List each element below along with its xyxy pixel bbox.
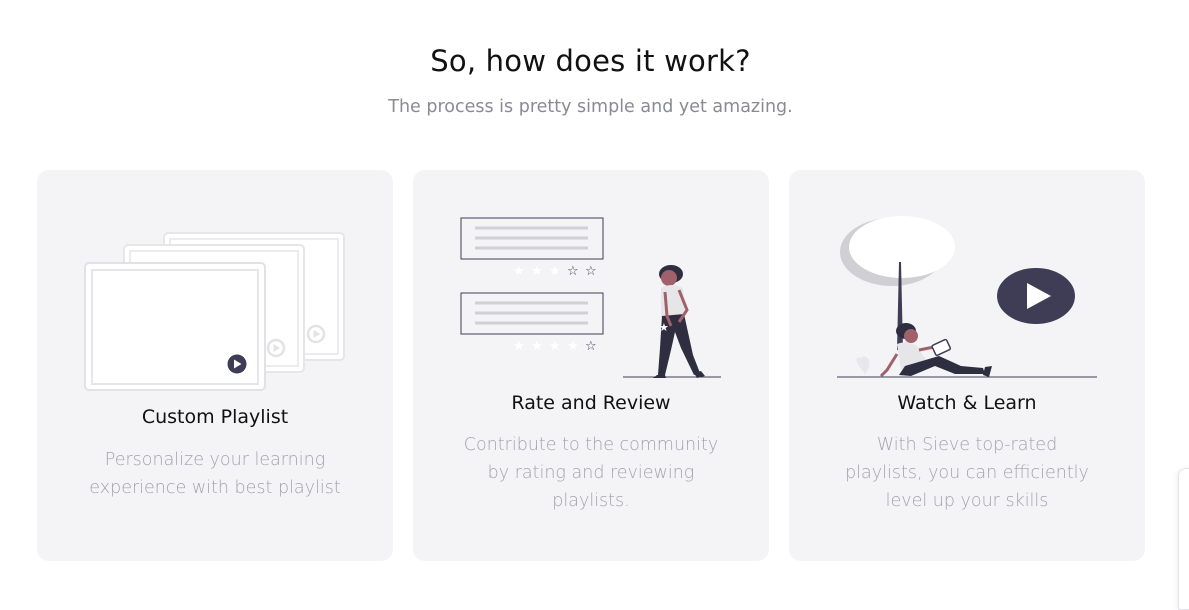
section-subtitle: The process is pretty simple and yet ama… <box>388 97 793 117</box>
svg-text:★: ★ <box>513 264 525 279</box>
svg-text:☆: ☆ <box>567 264 579 279</box>
card-watch-and-learn: Watch & Learn With Sieve top-rated playl… <box>789 170 1145 561</box>
svg-text:★: ★ <box>531 339 543 354</box>
svg-text:★: ★ <box>549 264 561 279</box>
card-rate-and-review: ★ ★ ★ ☆ ☆ ★ ★ ★ ★ ☆ ★ Rate and Review Co <box>413 170 769 561</box>
person-watching-video-icon <box>837 216 1097 378</box>
svg-text:★: ★ <box>659 321 669 334</box>
card-title: Rate and Review <box>511 392 671 414</box>
svg-text:★: ★ <box>513 339 525 354</box>
side-widget-tab[interactable] <box>1178 468 1189 610</box>
card-description: Personalize your learning experience wit… <box>89 450 341 498</box>
card-description: With Sieve top-rated playlists, you can … <box>845 435 1089 511</box>
card-title: Custom Playlist <box>141 406 289 428</box>
card-title: Watch & Learn <box>897 392 1037 414</box>
svg-text:☆: ☆ <box>585 339 597 354</box>
person-rating-reviews-icon: ★ ★ ★ ☆ ☆ ★ ★ ★ ★ ☆ ★ <box>460 217 721 378</box>
svg-text:★: ★ <box>531 264 543 279</box>
card-description: Contribute to the community by rating an… <box>463 435 719 511</box>
stacked-video-playlist-icon <box>84 232 345 391</box>
svg-text:☆: ☆ <box>585 264 597 279</box>
card-custom-playlist: Custom Playlist Personalize your learnin… <box>37 170 393 561</box>
svg-text:★: ★ <box>567 339 579 354</box>
svg-text:★: ★ <box>549 339 561 354</box>
section-title: So, how does it work? <box>430 44 751 78</box>
